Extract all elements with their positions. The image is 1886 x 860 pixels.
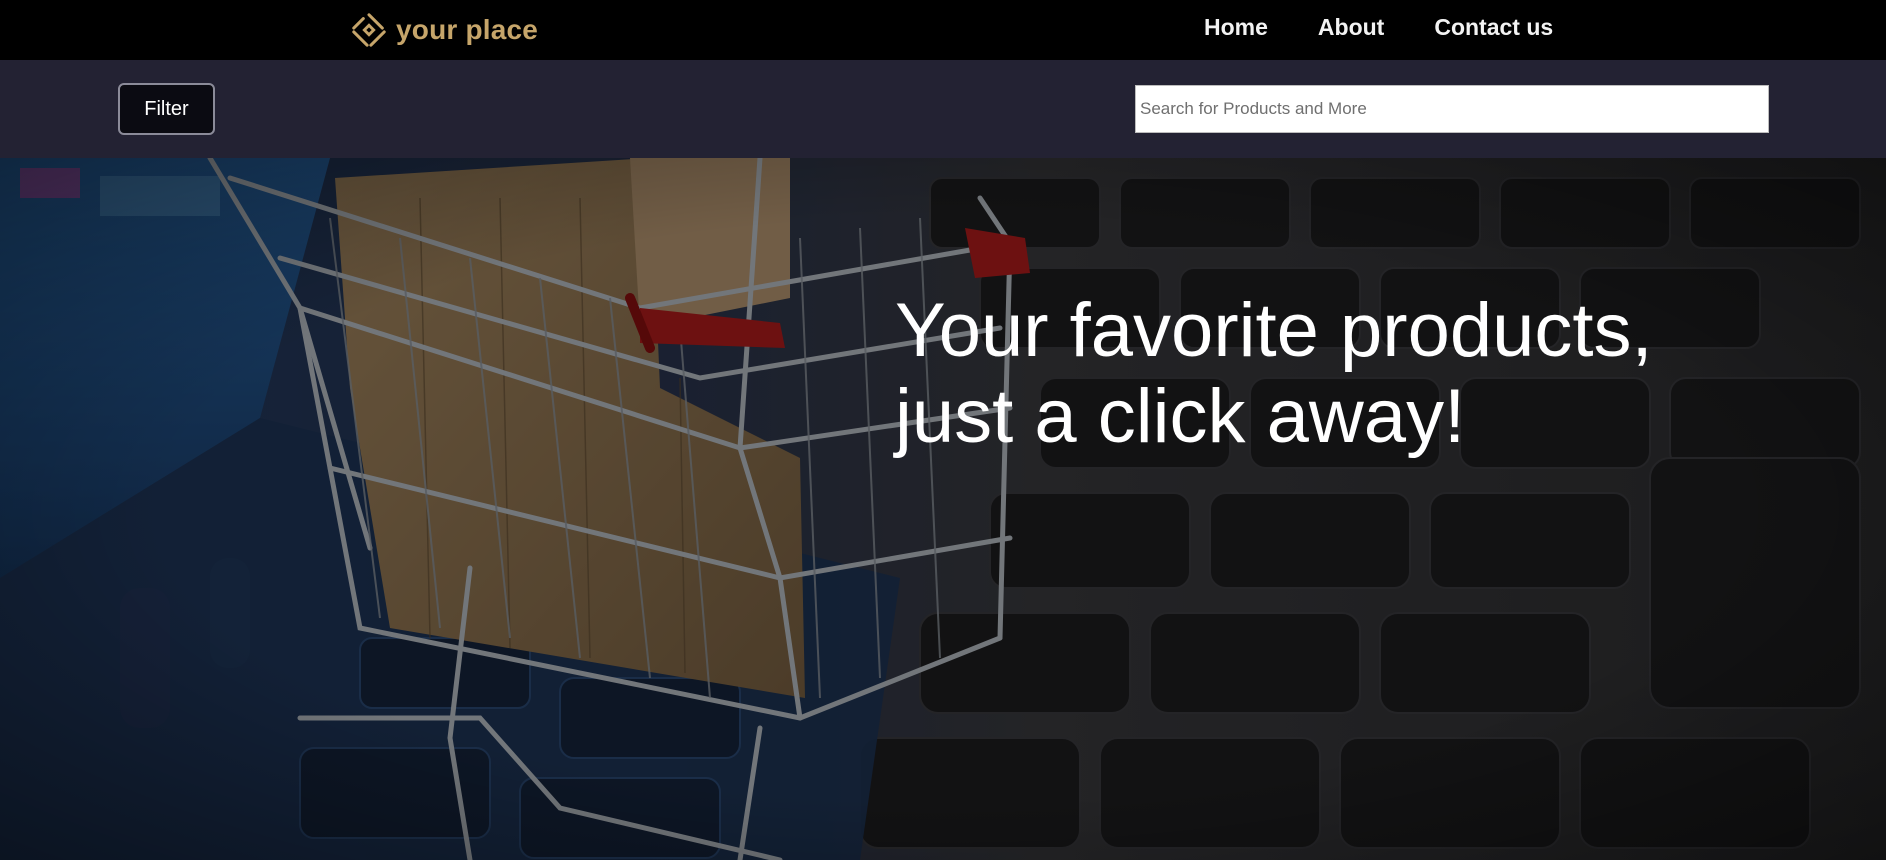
search-input[interactable] xyxy=(1135,85,1769,133)
hero-title: Your favorite products, just a click awa… xyxy=(895,288,1795,460)
filter-button[interactable]: Filter xyxy=(118,83,215,135)
top-navbar: your place Home About Contact us xyxy=(0,0,1886,60)
filter-search-bar: Filter xyxy=(0,60,1886,158)
nav-about-link[interactable]: About xyxy=(1318,14,1384,41)
nav-contact-link[interactable]: Contact us xyxy=(1434,14,1553,41)
main-nav: Home About Contact us xyxy=(1204,0,1553,55)
hero-banner: Your favorite products, just a click awa… xyxy=(0,158,1886,860)
brand-name: your place xyxy=(396,14,539,45)
hero-title-line-1: Your favorite products, xyxy=(895,288,1653,373)
brand-home-link[interactable]: your place xyxy=(350,8,538,52)
diamond-logo-icon xyxy=(352,13,386,47)
nav-home-link[interactable]: Home xyxy=(1204,14,1268,41)
hero-title-line-2: just a click away! xyxy=(895,374,1466,459)
hero-background-image xyxy=(0,158,1886,860)
